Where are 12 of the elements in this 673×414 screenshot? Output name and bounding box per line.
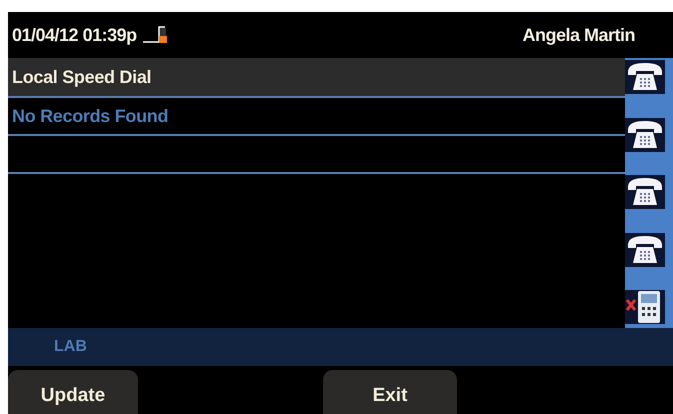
phone-icon[interactable] — [625, 118, 665, 152]
empty-message: No Records Found — [8, 98, 625, 136]
phone-icon[interactable] — [625, 232, 665, 266]
softkey-button[interactable]: Update — [8, 370, 138, 414]
user-name: Angela Martin — [522, 24, 635, 46]
line-label: LAB — [54, 338, 87, 356]
phone-cross-icon[interactable] — [625, 290, 665, 324]
phone-icon[interactable] — [625, 60, 665, 94]
phone-icon[interactable] — [625, 175, 665, 209]
list-title: Local Speed Dial — [8, 58, 625, 98]
softkey-button[interactable]: Exit — [323, 370, 457, 414]
date-time: 01/04/12 01:39p — [12, 24, 137, 46]
